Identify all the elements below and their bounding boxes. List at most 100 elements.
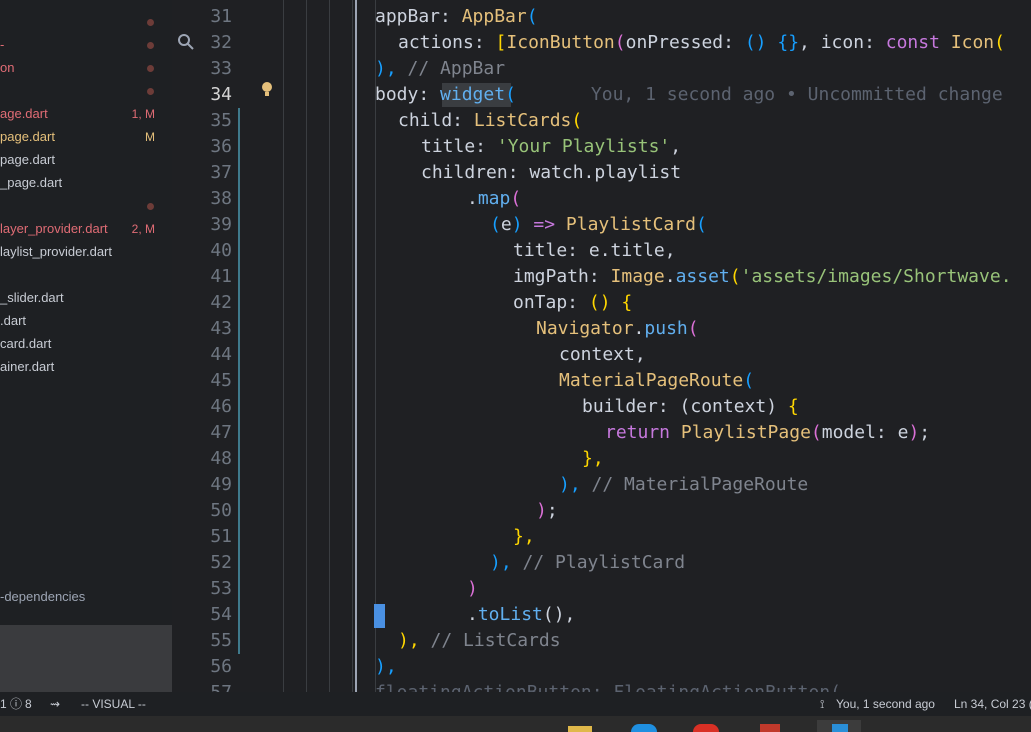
file-list-item[interactable]: age.dart 1, M xyxy=(0,104,172,124)
code-line[interactable]: .map( xyxy=(467,186,521,212)
code-token: ; xyxy=(919,422,931,443)
problems-count[interactable]: 1 xyxy=(0,692,7,716)
file-list-item[interactable] xyxy=(0,265,172,285)
code-token: , icon: xyxy=(799,32,886,53)
code-line[interactable]: child: ListCards( xyxy=(398,108,582,134)
code-editor[interactable]: appBar: AppBar(actions: [IconButton(onPr… xyxy=(259,0,1031,692)
line-number: 31 xyxy=(210,6,232,27)
code-token: MaterialPageRoute xyxy=(559,370,744,391)
line-number: 38 xyxy=(210,188,232,209)
code-line[interactable]: onTap: () { xyxy=(513,290,632,316)
line-number: 45 xyxy=(210,370,232,391)
code-line[interactable]: title: e.title, xyxy=(513,238,676,264)
vim-mode: -- VISUAL -- xyxy=(81,697,146,711)
code-line[interactable]: imgPath: Image.asset('assets/images/Shor… xyxy=(513,264,1012,290)
code-token: ( xyxy=(526,6,538,27)
line-number: 35 xyxy=(210,110,232,131)
code-token: ), xyxy=(375,656,397,677)
file-list-item[interactable]: page.dart M xyxy=(0,127,172,147)
file-list-item[interactable]: .dart xyxy=(0,311,172,331)
code-token: return xyxy=(605,422,681,443)
remote-icon[interactable]: ⇝ xyxy=(50,692,60,716)
code-token: Icon xyxy=(950,32,995,53)
code-line[interactable]: (e) => PlaylistCard( xyxy=(490,212,707,238)
code-line[interactable]: }, xyxy=(513,524,535,550)
file-list-item[interactable]: on xyxy=(0,58,172,78)
taskbar-app-icon[interactable] xyxy=(568,726,592,732)
code-line[interactable]: body: widget(You, 1 second ago • Uncommi… xyxy=(375,82,1003,108)
code-token: // AppBar xyxy=(407,58,506,79)
dependencies-section[interactable]: -dependencies xyxy=(0,587,85,607)
file-list-item[interactable] xyxy=(0,196,172,216)
code-line[interactable]: ) xyxy=(467,576,478,602)
code-line[interactable]: children: watch.playlist xyxy=(421,160,681,186)
file-list-item[interactable]: _slider.dart xyxy=(0,288,172,308)
file-list-item[interactable]: card.dart xyxy=(0,334,172,354)
code-token: ( xyxy=(490,214,501,235)
code-token: . xyxy=(664,266,676,287)
line-number: 56 xyxy=(210,656,232,677)
file-list-item[interactable]: ainer.dart xyxy=(0,357,172,377)
code-token: body: xyxy=(375,84,441,105)
code-token: ), xyxy=(398,630,431,651)
file-list-item[interactable]: page.dart xyxy=(0,150,172,170)
code-line[interactable]: builder: (context) { xyxy=(582,394,799,420)
code-line[interactable]: appBar: AppBar( xyxy=(375,4,538,30)
git-status-badge: M xyxy=(145,130,155,144)
code-token: // MaterialPageRoute xyxy=(591,474,809,495)
line-number: 55 xyxy=(210,630,232,651)
code-token: PlaylistCard xyxy=(565,214,696,235)
code-line[interactable]: ), // MaterialPageRoute xyxy=(559,472,808,498)
code-token: ( xyxy=(505,84,516,105)
code-line[interactable]: ); xyxy=(536,498,558,524)
taskbar-app-icon[interactable] xyxy=(693,724,719,732)
cursor-position[interactable]: Ln 34, Col 23 ( xyxy=(954,692,1031,716)
code-token: onPressed: xyxy=(625,32,745,53)
code-line[interactable]: ), // ListCards xyxy=(398,628,561,654)
line-number: 51 xyxy=(210,526,232,547)
taskbar-app-icon[interactable] xyxy=(760,724,780,732)
code-line[interactable]: MaterialPageRoute( xyxy=(559,368,754,394)
file-list-item[interactable] xyxy=(0,81,172,101)
taskbar-app-icon[interactable] xyxy=(631,724,657,732)
file-list-item[interactable]: layer_provider.dart 2, M xyxy=(0,219,172,239)
code-token: { xyxy=(787,396,799,417)
code-token: () xyxy=(744,32,767,53)
file-list-item[interactable] xyxy=(0,12,172,32)
code-line[interactable]: ), // PlaylistCard xyxy=(490,550,685,576)
code-line[interactable]: ), xyxy=(375,654,397,680)
file-explorer: - on age.dart 1, M page.dart M page.dart _page.… xyxy=(0,0,172,692)
line-number: 46 xyxy=(210,396,232,417)
line-number-gutter: 31 32 33 34 35 36 37 38 39 40 41 42 43 44 45 46 47 48 49 50… xyxy=(172,0,272,703)
line-number: 48 xyxy=(210,448,232,469)
indent-guide xyxy=(329,0,330,692)
info-count[interactable]: 8 xyxy=(25,692,32,716)
code-token: ( xyxy=(510,188,522,209)
code-line[interactable]: title: 'Your Playlists', xyxy=(421,134,681,160)
taskbar xyxy=(0,716,1031,732)
code-token: Navigator xyxy=(536,318,634,339)
file-list-item[interactable]: _page.dart xyxy=(0,173,172,193)
code-line[interactable]: .toList(), xyxy=(467,602,575,628)
taskbar-app-icon[interactable] xyxy=(832,724,848,732)
code-line[interactable]: }, xyxy=(582,446,604,472)
code-line[interactable]: floatingActionButton: FloatingActionButt… xyxy=(375,680,841,692)
code-line[interactable]: context, xyxy=(559,342,646,368)
code-token: (), xyxy=(542,604,576,625)
line-number: 34 xyxy=(210,84,232,105)
file-list-item[interactable]: laylist_provider.dart xyxy=(0,242,172,262)
code-line[interactable]: return PlaylistPage(model: e); xyxy=(605,420,930,446)
code-token: ) xyxy=(511,214,534,235)
file-name: .dart xyxy=(0,313,27,328)
code-token: ) xyxy=(908,422,920,443)
file-list-item[interactable]: - xyxy=(0,35,172,55)
code-line[interactable]: Navigator.push( xyxy=(536,316,699,342)
indent-guide xyxy=(352,0,353,692)
code-token: ), xyxy=(559,474,592,495)
code-line[interactable]: actions: [IconButton(onPressed: () {}, i… xyxy=(398,30,1005,56)
indent-guide xyxy=(306,0,307,692)
git-status-badge: 2, M xyxy=(131,222,155,236)
git-blame-status[interactable]: You, 1 second ago xyxy=(836,692,935,716)
code-line[interactable]: ), // AppBar xyxy=(375,56,505,82)
